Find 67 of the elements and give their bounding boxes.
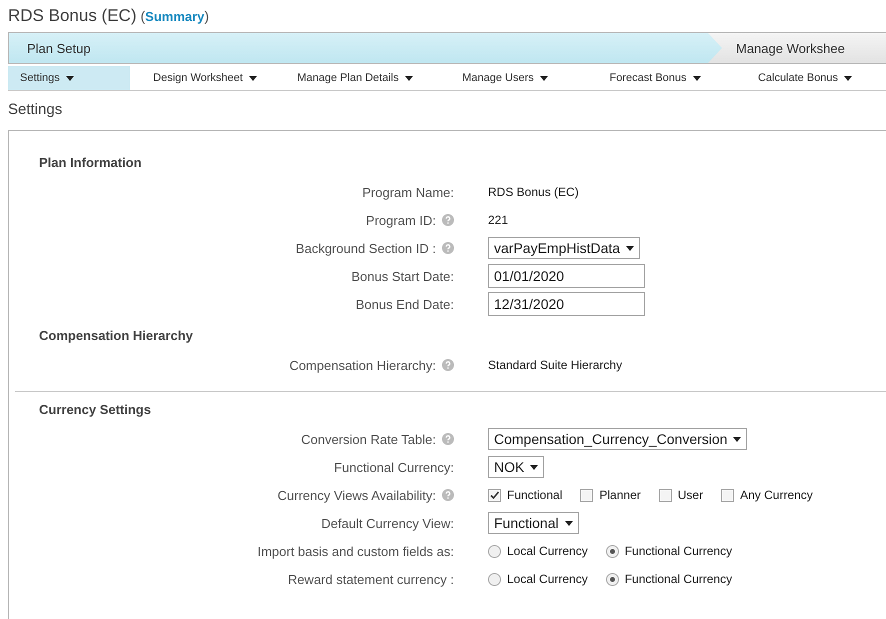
summary-link[interactable]: Summary	[145, 9, 204, 24]
field-label: Conversion Rate Table:	[301, 432, 436, 446]
radio-label: Functional Currency	[624, 544, 732, 558]
help-icon[interactable]	[442, 214, 454, 226]
menu-tab[interactable]: Design Worksheet	[130, 66, 280, 90]
radio-button[interactable]	[488, 544, 501, 558]
caret-icon	[248, 76, 257, 80]
checkbox[interactable]	[721, 488, 734, 502]
radio-button[interactable]	[488, 572, 501, 586]
caret-icon	[530, 464, 538, 470]
section-heading: Settings	[8, 101, 64, 118]
help-icon[interactable]	[442, 359, 454, 371]
menu-tab[interactable]: Calculate Bonus	[730, 66, 880, 90]
checkbox[interactable]	[580, 488, 594, 502]
menu-tab[interactable]: Manage Users	[430, 66, 580, 90]
field-label: Bonus End Date:	[356, 296, 454, 312]
radio-button[interactable]	[606, 544, 619, 558]
caret-icon	[404, 76, 413, 80]
dropdown[interactable]: Compensation_Currency_Conversion	[488, 428, 748, 450]
caret-icon	[844, 76, 852, 80]
radio-label: Local Currency	[507, 544, 588, 558]
radio-button[interactable]	[606, 572, 619, 586]
caret-icon	[692, 76, 701, 80]
field-value: RDS Bonus (EC)	[488, 185, 579, 199]
dropdown[interactable]: Functional	[488, 512, 579, 534]
checkbox[interactable]	[488, 488, 501, 502]
field-value: Standard Suite Hierarchy	[488, 358, 622, 372]
field-value: 221	[488, 213, 508, 227]
field-label: Functional Currency:	[334, 460, 454, 474]
checkbox-label: Planner	[599, 488, 641, 502]
field-label: Reward statement currency :	[288, 572, 454, 586]
date-field[interactable]: 01/01/2020	[488, 264, 645, 288]
page-title: RDS Bonus (EC)	[8, 6, 136, 26]
checkbox-label: Functional	[507, 488, 562, 502]
caret-icon	[66, 76, 74, 80]
menu-tab[interactable]: Forecast Bonus	[580, 66, 730, 90]
menu-tab[interactable]: Manage Plan Details	[280, 66, 430, 90]
field-label: Import basis and custom fields as:	[257, 544, 454, 558]
help-icon[interactable]	[442, 242, 454, 254]
radio-label: Local Currency	[507, 572, 588, 586]
group-title: Currency Settings	[39, 402, 152, 417]
field-label: Currency Views Availability:	[278, 488, 436, 502]
caret-icon	[564, 520, 573, 526]
checkbox-label: User	[678, 488, 704, 502]
date-field[interactable]: 12/31/2020	[488, 292, 645, 316]
caret-icon	[540, 76, 548, 80]
summary-text: (Summary)	[140, 8, 210, 24]
checkbox[interactable]	[658, 488, 672, 502]
field-label: Program Name:	[362, 184, 454, 200]
stage-tab[interactable]: Manage Workshee	[708, 33, 886, 63]
checkbox-label: Any Currency	[740, 488, 813, 502]
dropdown[interactable]: NOK	[488, 456, 544, 478]
stage-tab[interactable]: Plan Setup	[9, 33, 722, 63]
field-label: Default Currency View:	[321, 516, 454, 530]
field-label: Background Section ID :	[296, 240, 436, 256]
group-title: Plan Information	[39, 155, 143, 170]
field-label: Bonus Start Date:	[351, 268, 454, 284]
field-label: Program ID:	[366, 212, 436, 228]
menu-tab[interactable]: Settings	[8, 66, 130, 90]
dropdown[interactable]: varPayEmpHistData	[488, 237, 640, 259]
radio-label: Functional Currency	[624, 572, 732, 586]
caret-icon	[733, 436, 742, 442]
group-title: Compensation Hierarchy	[39, 328, 194, 343]
caret-icon	[626, 246, 634, 250]
help-icon[interactable]	[442, 433, 454, 445]
help-icon[interactable]	[442, 489, 454, 501]
field-label: Compensation Hierarchy:	[289, 358, 436, 372]
